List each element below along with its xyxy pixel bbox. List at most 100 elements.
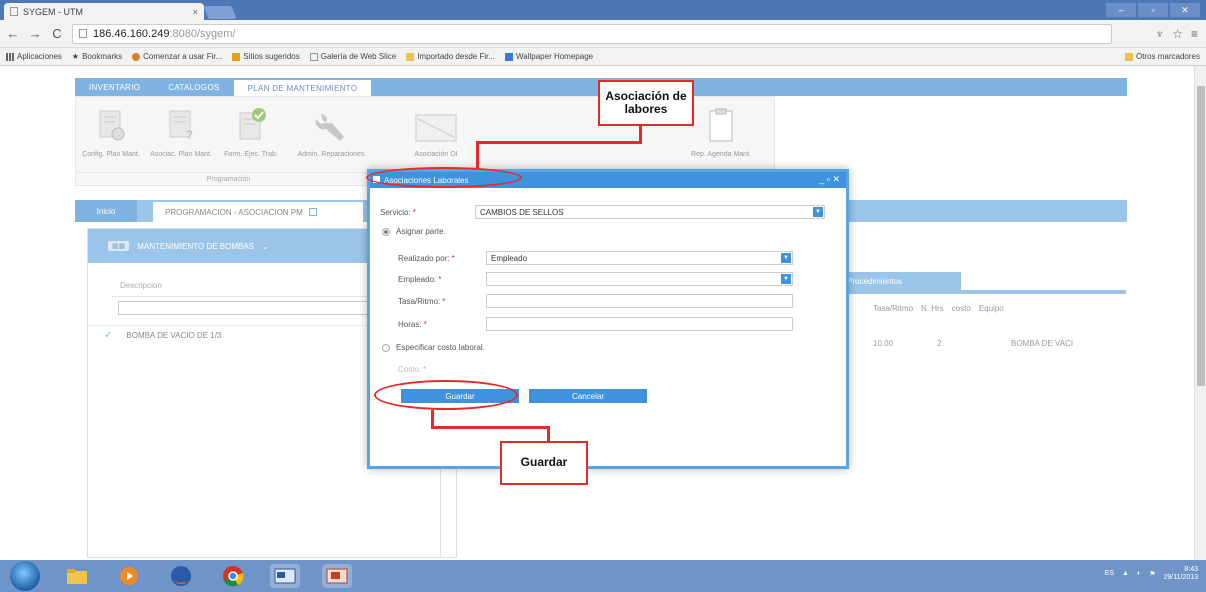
tab-procedimientos[interactable]: Procedimientos [841,272,961,290]
reload-icon[interactable]: C [50,26,64,41]
especificar-costo-label: Especificar costo laboral. [396,343,485,352]
callout-asociacion-labores: Asociación de labores [598,80,694,126]
document-check-icon [234,107,268,143]
taskbar: ES ▲ ◐ ⚑ 8:43 29/11/2013 [0,560,1206,592]
menu-icon[interactable]: ≡ [1191,27,1198,41]
chart-icon [406,107,466,143]
rep-agenda-button[interactable]: Rep. Agenda Mant. [686,107,756,158]
forward-icon[interactable]: → [28,26,42,41]
tasa-label: Tasa/Ritmo: * [398,296,446,306]
firefox-icon[interactable] [166,564,196,588]
folder-icon [406,52,415,61]
grid-icon: ▦▦ [108,241,130,251]
title-highlight-ellipse [366,167,522,188]
realizado-label: Realizado por: * [398,253,455,263]
tab-plan-mantenimiento[interactable]: PLAN DE MANTENIMIENTO [233,78,372,96]
window-controls: – ▫ ✕ [1106,3,1200,17]
media-player-icon[interactable] [114,564,144,588]
wrench-icon [314,107,348,143]
other-bookmarks[interactable]: Otros marcadores [1124,52,1200,61]
realizado-select[interactable]: Empleado ▼ [486,251,793,265]
volume-icon[interactable]: ◐ [1137,570,1141,577]
tasa-input[interactable] [486,294,793,308]
tab-catalogos[interactable]: CATALOGOS [154,78,233,96]
svg-text:?: ? [186,128,193,142]
admin-reparaciones-button[interactable]: Admin. Reparaciones [296,107,366,158]
star-icon[interactable]: ☆ [1172,27,1183,41]
bookmark-sitios[interactable]: Sitios sugeridos [232,52,300,61]
close-window-icon[interactable]: ✕ [1170,3,1200,17]
folder-icon [1124,52,1133,61]
empleado-label: Empleado: * [398,274,442,284]
extension-icon[interactable]: ♆ [1155,27,1164,41]
asignar-parte-radio[interactable] [382,227,390,236]
chrome-icon[interactable] [218,564,248,588]
clipboard-icon [704,107,738,143]
tab-programacion[interactable]: PROGRAMACION - ASOCIACION PM [153,202,363,222]
chevron-down-icon[interactable]: ▼ [781,274,791,284]
bookmark-apps[interactable]: Aplicaciones [6,52,62,61]
form-ejec-button[interactable]: Form. Ejec. Trab. [216,107,286,158]
tab-inicio[interactable]: Inicio [75,200,137,222]
chevron-down-icon[interactable]: ⌄ [262,242,269,251]
guardar-highlight-ellipse [374,380,518,410]
bookmark-importado[interactable]: Importado desde Fir... [406,52,495,61]
browser-tab[interactable]: SYGEM - UTM × [4,3,204,20]
asociac-plan-button[interactable]: ? Asociac. Plan Mant. [146,107,216,158]
start-button-icon[interactable] [10,561,40,591]
costo-label: Costo: * [398,365,427,374]
config-plan-button[interactable]: Config. Plan Mant. [76,107,146,158]
close-tab-icon[interactable] [308,208,317,216]
check-icon: ✓ [104,330,113,341]
chevron-down-icon[interactable]: ▼ [813,207,823,217]
document-question-icon: ? [164,107,198,143]
table-header: Tasa/Ritmo N. Hrs costo Equipo [873,304,1004,313]
col-costo: costo [951,304,971,313]
chevron-down-icon[interactable]: ▼ [781,253,791,263]
url-input[interactable]: 186.46.160.249:8080/sygem/ [72,23,1112,44]
page-icon [309,52,318,61]
asignar-parte-label: Asignar parte. [396,227,446,236]
clock[interactable]: 8:43 29/11/2013 [1163,566,1198,581]
servicio-select[interactable]: CAMBIOS DE SELLOS ▼ [475,205,825,219]
tab-inventario[interactable]: INVENTARIO [75,78,154,96]
tab-close-icon[interactable]: × [193,7,198,17]
document-gear-icon [94,107,128,143]
ribbon-group-caption: Programación [76,172,381,183]
col-equipo: Equipo [978,304,1004,313]
firefox-icon [132,52,141,61]
window-app-icon[interactable] [270,564,300,588]
network-icon[interactable]: ▲ [1122,570,1129,577]
star-icon: ★ [71,52,80,61]
servicio-label: Servicio: * [380,207,416,217]
system-tray: ES ▲ ◐ ⚑ 8:43 29/11/2013 [1105,566,1198,581]
maximize-icon[interactable]: ▫ [1138,3,1168,17]
new-tab-button[interactable] [203,6,237,19]
folder-icon[interactable] [62,564,92,588]
bookmark-wallpaper[interactable]: Wallpaper Homepage [505,52,593,61]
table-row[interactable]: 10.00 2 BOMBA DE VACI [873,339,1073,348]
keyboard-icon[interactable]: ES [1105,570,1114,577]
page-scrollbar[interactable] [1194,66,1206,560]
wallpaper-icon [505,52,514,61]
bookmark-bookmarks[interactable]: ★ Bookmarks [72,52,122,61]
col-nhrs: N. Hrs [921,304,944,313]
minimize-icon[interactable]: – [1106,3,1136,17]
ie-icon [232,52,241,61]
empleado-select[interactable]: ▼ [486,272,793,286]
back-icon[interactable]: ← [6,26,20,41]
callout-guardar: Guardar [500,441,588,485]
cancelar-button[interactable]: Cancelar [529,389,647,403]
tab-title: SYGEM - UTM [23,6,83,17]
bookmark-galeria[interactable]: Galería de Web Slice [309,52,396,61]
address-bar: ← → C 186.46.160.249:8080/sygem/ ♆ ☆ ≡ [0,20,1206,48]
flag-icon[interactable]: ⚑ [1149,570,1155,578]
dialog-controls[interactable]: _ ▫ ✕ [819,174,840,185]
bookmark-firefox[interactable]: Comenzar a usar Fir... [132,52,222,61]
apps-icon [6,52,14,61]
horas-input[interactable] [486,317,793,331]
especificar-costo-radio[interactable] [382,343,390,352]
col-tasa: Tasa/Ritmo [873,304,914,313]
bookmarks-bar: Aplicaciones ★ Bookmarks Comenzar a usar … [0,48,1206,66]
presentation-app-icon[interactable] [322,564,352,588]
